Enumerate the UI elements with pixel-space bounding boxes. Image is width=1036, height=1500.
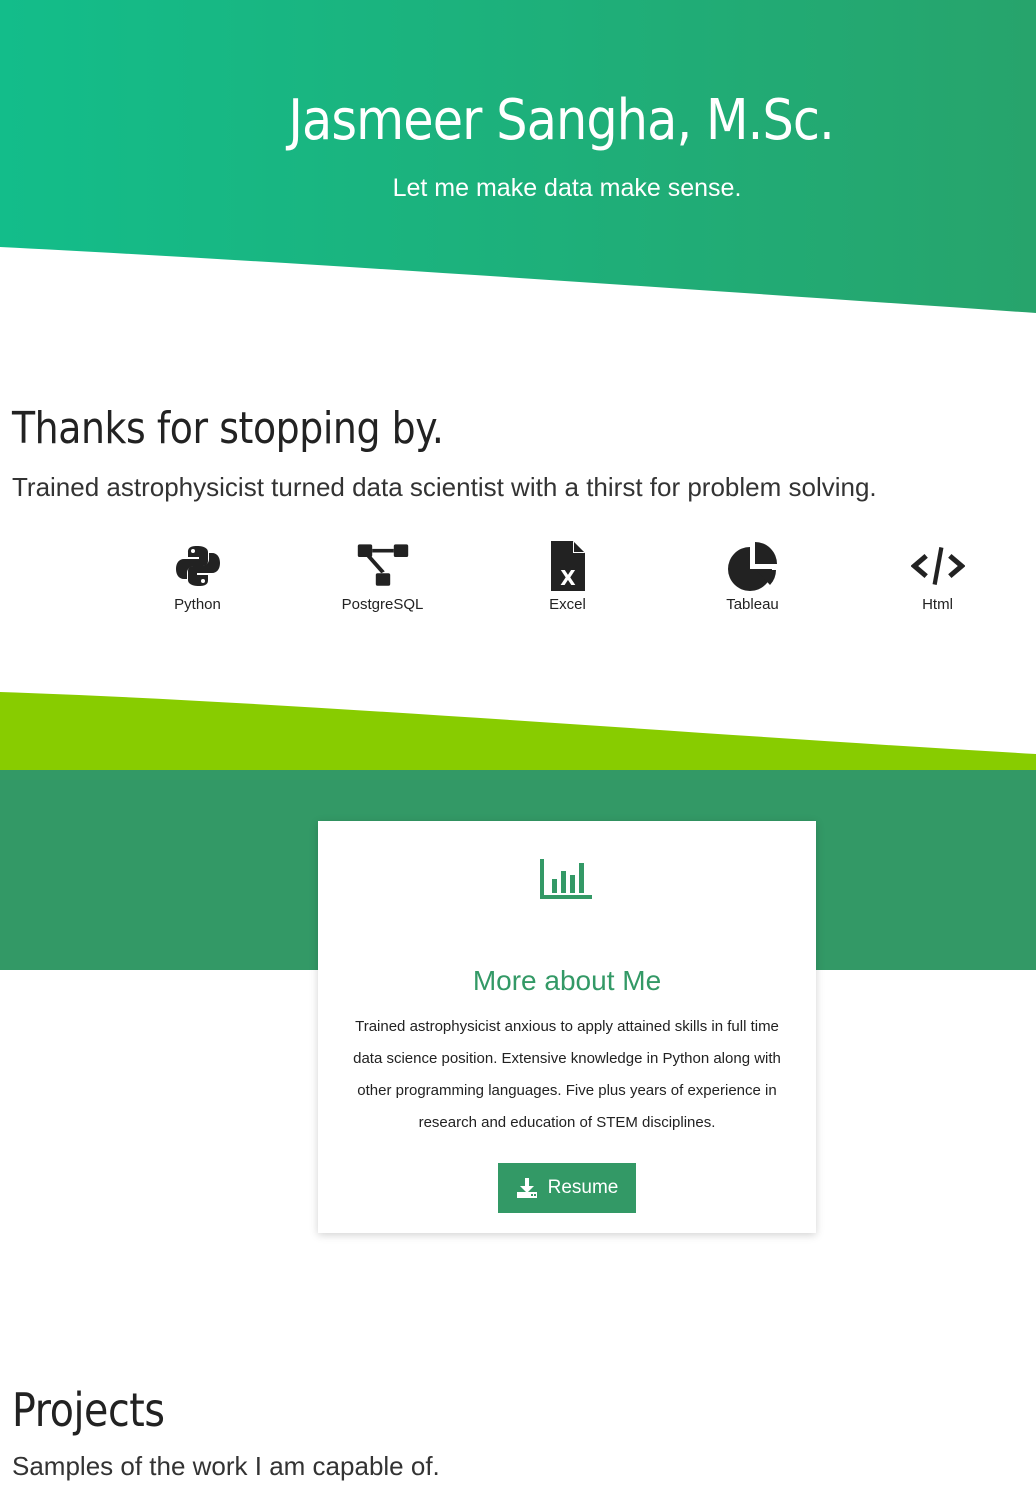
svg-text:X: X xyxy=(560,566,576,590)
bar-chart-icon xyxy=(540,859,592,899)
skill-excel: X Excel xyxy=(475,540,660,620)
skill-label: PostgreSQL xyxy=(341,596,424,613)
hero-header: Jasmeer Sangha, M.Sc. Let me make data m… xyxy=(0,0,1036,320)
hero-tagline: Let me make data make sense. xyxy=(392,174,742,202)
code-icon xyxy=(910,547,965,585)
about-title: More about Me xyxy=(472,965,662,996)
sitemap-icon xyxy=(357,544,408,586)
intro-heading: Thanks for stopping by. xyxy=(12,403,444,454)
skill-html: Html xyxy=(845,540,1030,620)
hero-title: Jasmeer Sangha, M.Sc. xyxy=(288,88,834,153)
skill-label: Tableau xyxy=(726,596,779,613)
skill-tableau: Tableau xyxy=(660,540,845,620)
skill-label: Html xyxy=(922,596,953,613)
about-card: More about Me Trained astrophysicist anx… xyxy=(318,821,816,1233)
skill-label: Excel xyxy=(549,596,586,613)
skill-python: Python xyxy=(105,540,290,620)
about-body: Trained astrophysicist anxious to apply … xyxy=(353,1018,781,1131)
download-icon xyxy=(516,1178,537,1198)
projects-subheading: Samples of the work I am capable of. xyxy=(12,1451,440,1481)
skill-label: Python xyxy=(174,596,221,613)
resume-button[interactable]: Resume xyxy=(498,1163,636,1213)
projects-heading: Projects xyxy=(12,1383,165,1437)
hero-background xyxy=(0,0,1036,313)
intro-subheading: Trained astrophysicist turned data scien… xyxy=(12,472,877,502)
resume-button-label: Resume xyxy=(547,1177,619,1198)
skills-row: Python PostgreSQL X Excel Tableau Html xyxy=(105,540,1030,620)
skill-postgresql: PostgreSQL xyxy=(290,540,475,620)
excel-file-icon: X xyxy=(550,541,585,591)
pie-chart-icon xyxy=(727,542,777,591)
python-icon xyxy=(175,546,220,586)
